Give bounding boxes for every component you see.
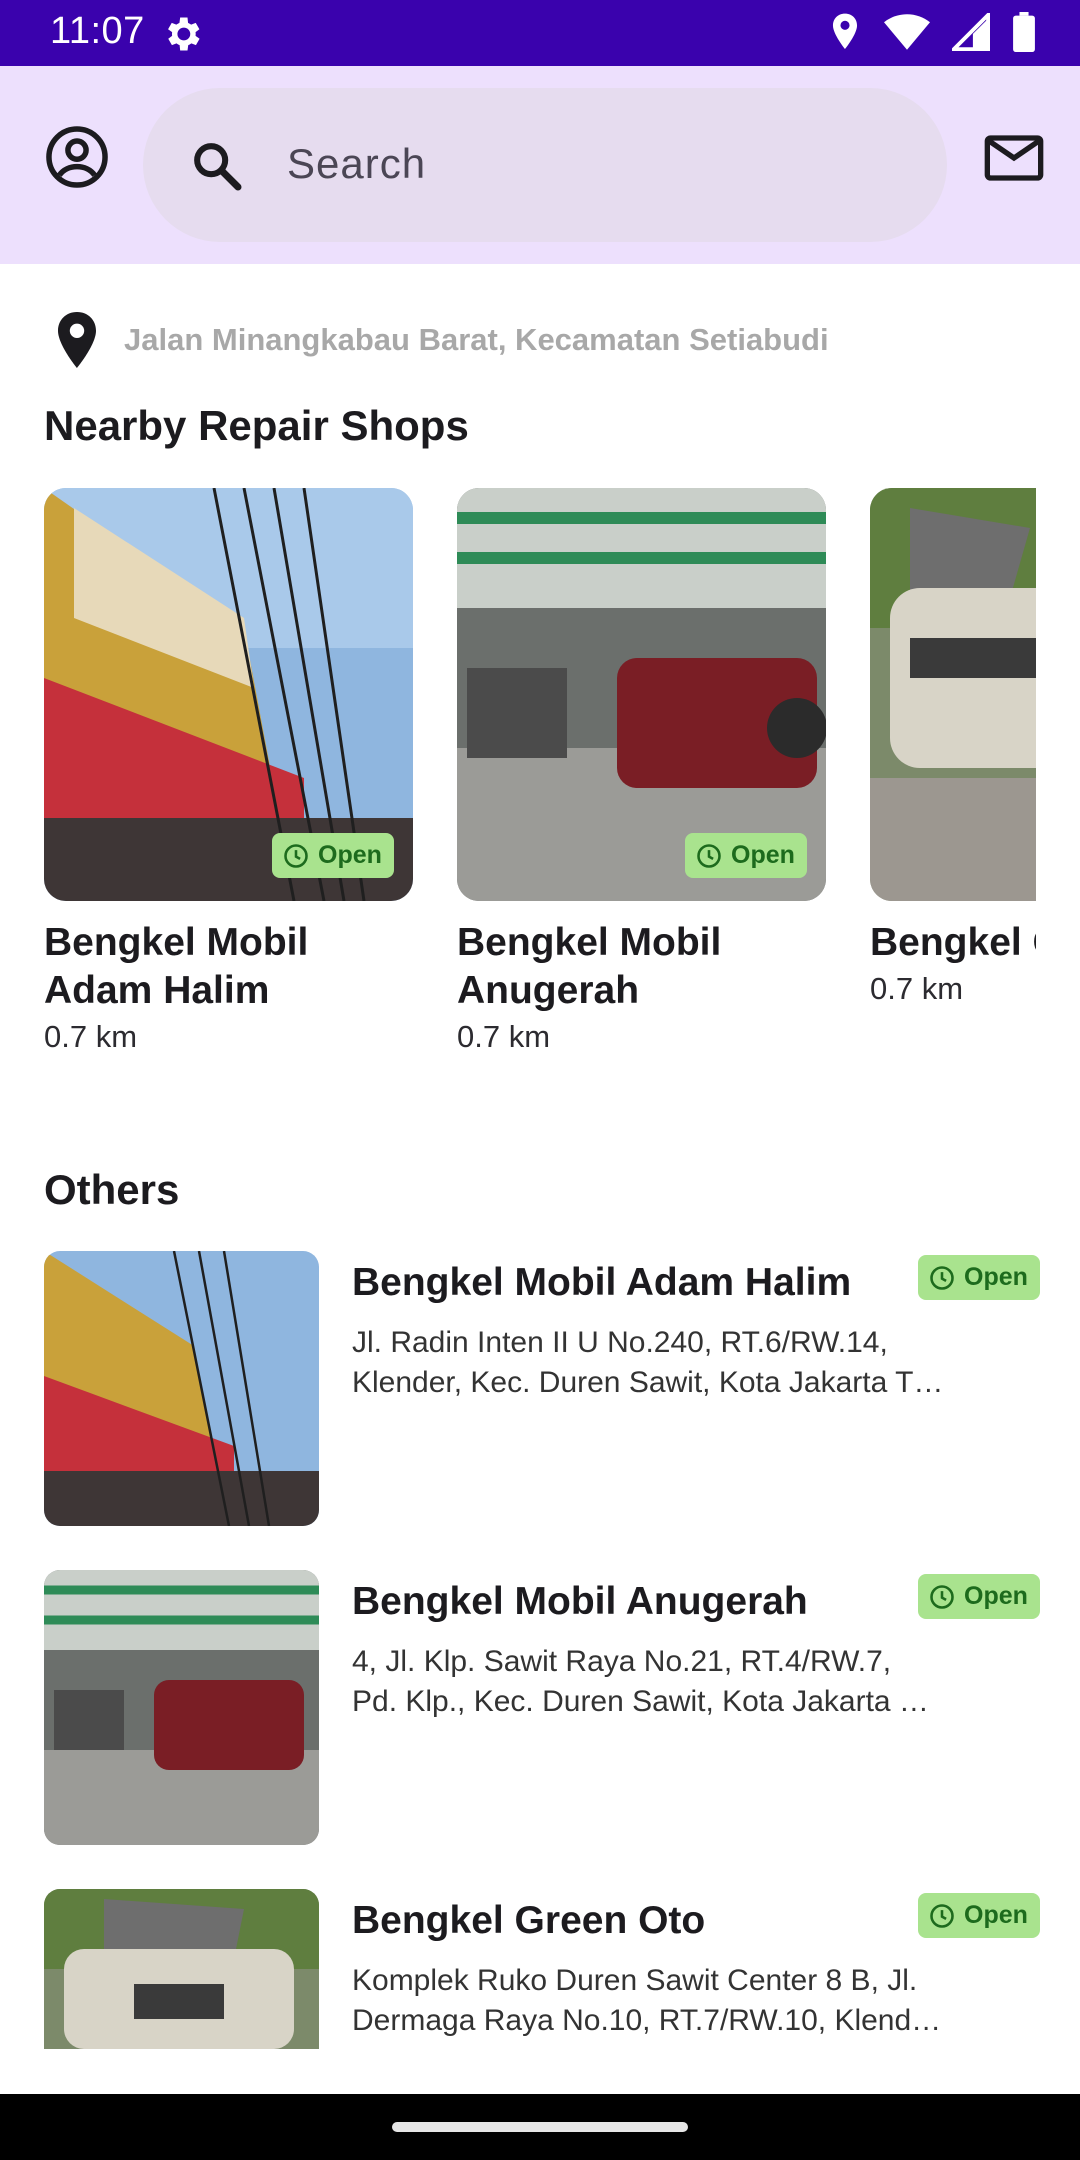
list-item[interactable]: Bengkel Mobil Anugerah 4, Jl. Klp. Sawit… — [44, 1570, 1040, 1846]
status-label: Open — [964, 1901, 1028, 1929]
shop-name: Bengkel Green Oto — [870, 921, 1036, 964]
status-label: Open — [964, 1263, 1028, 1291]
location-icon — [832, 13, 858, 50]
account-circle-icon[interactable] — [44, 124, 110, 190]
nearby-carousel[interactable]: Open Bengkel Mobil Adam Halim 0.7 km Ope… — [44, 488, 1036, 1088]
shop-name: Bengkel Green Oto — [352, 1899, 706, 1942]
shop-distance: 0.7 km — [44, 1019, 138, 1054]
shop-photo-image — [44, 1889, 319, 2049]
status-label: Open — [731, 841, 795, 869]
status-label: Open — [318, 841, 382, 869]
status-bar: 11:07 — [0, 0, 1080, 66]
search-input[interactable]: Search — [287, 140, 426, 188]
open-status-badge: Open — [918, 1255, 1040, 1300]
shop-photo: Open — [44, 488, 413, 901]
mail-icon[interactable] — [982, 126, 1046, 190]
shop-photo — [44, 1570, 319, 1845]
open-status-badge: Open — [685, 833, 807, 878]
current-location[interactable]: Jalan Minangkabau Barat, Kecamatan Setia… — [50, 310, 829, 370]
shop-address: 4, Jl. Klp. Sawit Raya No.21, RT.4/RW.7,… — [352, 1645, 929, 1718]
open-status-badge: Open — [918, 1574, 1040, 1619]
nearby-card[interactable]: Open Bengkel Mobil Adam Halim 0.7 km — [44, 488, 413, 1055]
search-bar[interactable]: Search — [143, 88, 947, 242]
location-address: Jalan Minangkabau Barat, Kecamatan Setia… — [124, 322, 829, 357]
home-gesture-handle[interactable] — [392, 2122, 688, 2132]
open-status-badge: Open — [918, 1893, 1040, 1938]
signal-icon — [952, 13, 990, 51]
shop-photo — [870, 488, 1036, 901]
battery-icon — [1013, 12, 1035, 52]
nearby-section-title: Nearby Repair Shops — [44, 402, 469, 449]
shop-name: Bengkel Mobil Anugerah — [457, 921, 722, 1012]
shop-photo — [44, 1889, 319, 2049]
shop-photo-image — [870, 488, 1036, 901]
open-status-badge: Open — [272, 833, 394, 878]
settings-gear-icon — [168, 17, 200, 51]
shop-address: Jl. Radin Inten II U No.240, RT.6/RW.14,… — [352, 1326, 944, 1399]
shop-photo: Open — [457, 488, 826, 901]
system-nav-bar — [0, 2094, 1080, 2160]
status-label: Open — [964, 1582, 1028, 1610]
clock-icon — [930, 1903, 954, 1928]
shop-photo-image — [44, 1251, 319, 1526]
clock-icon — [697, 843, 721, 868]
shop-address: Komplek Ruko Duren Sawit Center 8 B, Jl.… — [352, 1964, 942, 2037]
shop-distance: 0.7 km — [457, 1019, 551, 1054]
others-section-title: Others — [44, 1166, 180, 1213]
shop-photo-image — [44, 1570, 319, 1845]
location-pin-icon — [58, 312, 96, 368]
shop-distance: 0.7 km — [870, 971, 964, 1006]
clock-icon — [284, 843, 308, 868]
shop-name: Bengkel Mobil Adam Halim — [352, 1261, 852, 1304]
nearby-card[interactable]: Open Bengkel Mobil Anugerah 0.7 km — [457, 488, 826, 1055]
nearby-card[interactable]: Bengkel Green Oto 0.7 km — [870, 488, 1036, 1007]
shop-name: Bengkel Mobil Adam Halim — [44, 921, 309, 1012]
search-icon — [194, 143, 242, 191]
app-bar: Search — [0, 66, 1080, 264]
list-item[interactable]: Bengkel Green Oto Komplek Ruko Duren Saw… — [44, 1889, 1040, 2049]
clock-icon — [930, 1265, 954, 1290]
clock-icon — [930, 1584, 954, 1609]
status-time: 11:07 — [50, 10, 145, 52]
shop-photo — [44, 1251, 319, 1526]
shop-name: Bengkel Mobil Anugerah — [352, 1580, 808, 1623]
wifi-icon — [884, 14, 930, 50]
list-item[interactable]: Bengkel Mobil Adam Halim Jl. Radin Inten… — [44, 1251, 1040, 1527]
